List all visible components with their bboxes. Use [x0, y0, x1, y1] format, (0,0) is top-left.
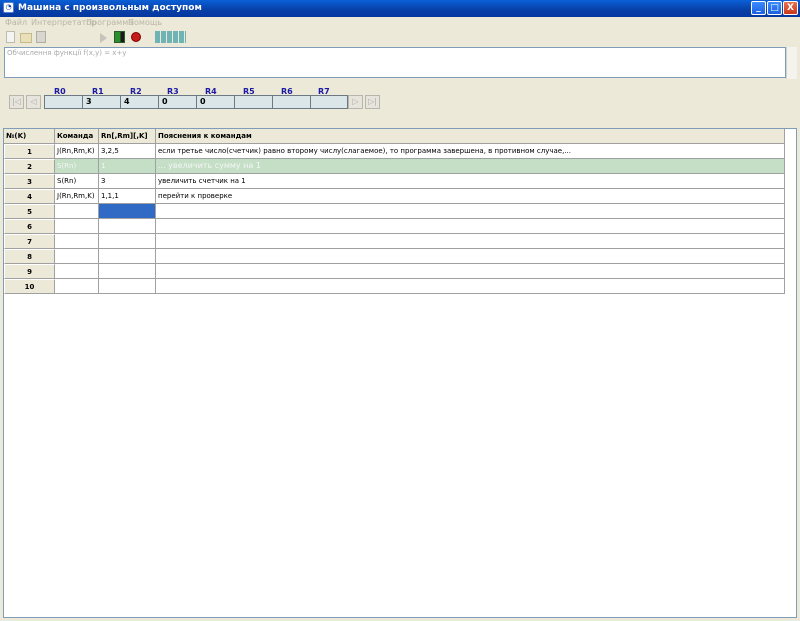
args-cell[interactable]: 3,2,5 — [99, 144, 156, 159]
explanation-cell[interactable] — [156, 204, 785, 219]
close-button[interactable]: X — [783, 1, 798, 15]
last-register-button[interactable]: ▷| — [365, 95, 380, 109]
args-cell[interactable]: 3 — [99, 174, 156, 189]
row-number[interactable]: 5 — [4, 204, 55, 219]
command-cell[interactable] — [55, 264, 99, 279]
row-number[interactable]: 2 — [4, 159, 55, 174]
explanation-cell[interactable]: ... увеличить сумму на 1 — [156, 159, 785, 174]
header-command: Команда — [55, 129, 99, 144]
menu-program[interactable]: Программа — [86, 18, 133, 27]
command-cell[interactable]: J(Rn,Rm,K) — [55, 144, 99, 159]
args-cell[interactable] — [99, 219, 156, 234]
title-bar[interactable]: ◔ Машина с произвольным доступом _ □ X — [0, 0, 800, 17]
explanation-cell[interactable] — [156, 234, 785, 249]
command-cell[interactable]: S(Rn) — [55, 174, 99, 189]
explanation-cell[interactable] — [156, 264, 785, 279]
register-cell-r5[interactable] — [234, 95, 272, 109]
row-number[interactable]: 1 — [4, 144, 55, 159]
explanation-cell[interactable]: перейти к проверке — [156, 189, 785, 204]
explanation-cell[interactable] — [156, 279, 785, 294]
maximize-button[interactable]: □ — [767, 1, 782, 15]
row-number[interactable]: 8 — [4, 249, 55, 264]
open-folder-icon[interactable] — [20, 33, 32, 43]
toolbar — [0, 29, 800, 46]
explanation-cell[interactable]: увеличить счетчик на 1 — [156, 174, 785, 189]
command-cell[interactable]: J(Rn,Rm,K) — [55, 189, 99, 204]
row-number[interactable]: 10 — [4, 279, 55, 294]
menu-help[interactable]: Помощь — [128, 18, 162, 27]
prev-register-button[interactable]: ◁ — [26, 95, 41, 109]
window-title: Машина с произвольным доступом — [18, 3, 202, 13]
command-cell[interactable] — [55, 219, 99, 234]
register-cell-r3[interactable]: 0 — [158, 95, 196, 109]
explanation-cell[interactable] — [156, 249, 785, 264]
args-cell[interactable] — [99, 279, 156, 294]
header-explanation: Пояснения к командам — [156, 129, 785, 144]
minimize-button[interactable]: _ — [751, 1, 766, 15]
formula-scrollbar[interactable] — [786, 47, 797, 79]
header-args: Rn[,Rm][,K] — [99, 129, 156, 144]
command-cell[interactable] — [55, 279, 99, 294]
row-number[interactable]: 4 — [4, 189, 55, 204]
row-number[interactable]: 9 — [4, 264, 55, 279]
menu-bar: Файл Интерпретатор Программа Помощь — [0, 17, 800, 29]
row-number[interactable]: 7 — [4, 234, 55, 249]
register-cell-r2[interactable]: 4 — [120, 95, 158, 109]
row-number[interactable]: 6 — [4, 219, 55, 234]
command-cell[interactable] — [55, 249, 99, 264]
register-cell-r1[interactable]: 3 — [82, 95, 120, 109]
program-grid[interactable]: №(K) Команда Rn[,Rm][,K] Пояснения к ком… — [3, 128, 797, 618]
args-cell[interactable]: 1 — [99, 159, 156, 174]
register-cell-r0[interactable] — [44, 95, 82, 109]
command-cell[interactable]: S(Rn) — [55, 159, 99, 174]
args-cell[interactable]: 1,1,1 — [99, 189, 156, 204]
args-cell[interactable] — [99, 249, 156, 264]
explanation-cell[interactable]: если третье число(счетчик) равно второму… — [156, 144, 785, 159]
args-cell-selected[interactable] — [99, 204, 156, 219]
command-cell[interactable] — [55, 204, 99, 219]
args-cell[interactable] — [99, 234, 156, 249]
next-register-button[interactable]: ▷ — [348, 95, 363, 109]
run-icon[interactable] — [100, 33, 107, 43]
stop-icon[interactable] — [131, 32, 141, 42]
app-icon: ◔ — [3, 2, 14, 13]
first-register-button[interactable]: |◁ — [9, 95, 24, 109]
new-file-icon[interactable] — [6, 31, 15, 43]
command-cell[interactable] — [55, 234, 99, 249]
register-cell-r6[interactable] — [272, 95, 310, 109]
save-icon[interactable] — [36, 31, 46, 43]
explanation-cell[interactable] — [156, 219, 785, 234]
register-cell-r4[interactable]: 0 — [196, 95, 234, 109]
step-icon[interactable] — [114, 31, 125, 43]
header-num: №(K) — [4, 129, 55, 144]
register-cell-r7[interactable] — [310, 95, 348, 109]
menu-file[interactable]: Файл — [5, 18, 27, 27]
speed-bars-icon[interactable] — [155, 31, 186, 43]
args-cell[interactable] — [99, 264, 156, 279]
formula-textbox[interactable]: Обчислення функції f(x,y) = x+y — [4, 47, 786, 78]
formula-text: Обчислення функції f(x,y) = x+y — [7, 49, 127, 57]
row-number[interactable]: 3 — [4, 174, 55, 189]
